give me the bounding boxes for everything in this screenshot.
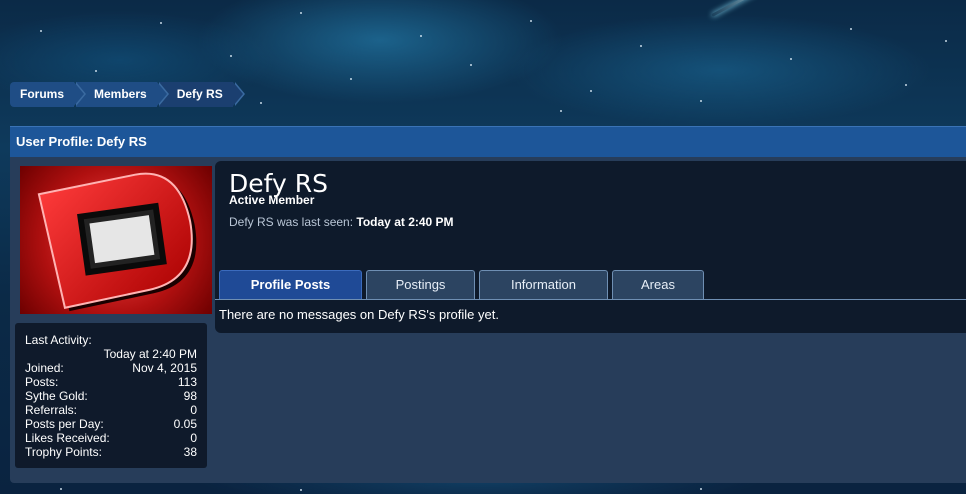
stat-row: Posts: 113 [25, 375, 197, 389]
member-stats: Last Activity: Today at 2:40 PM Joined: … [15, 323, 207, 468]
last-seen-label: Defy RS was last seen: [229, 215, 354, 229]
panel-title: User Profile: Defy RS [10, 126, 966, 157]
stat-row: Referrals: 0 [25, 403, 197, 417]
breadcrumb: Forums Members Defy RS [10, 82, 245, 107]
tab-information[interactable]: Information [479, 270, 608, 299]
letter-d-logo-icon [37, 172, 197, 312]
profile-content: Defy RS Active Member Defy RS was last s… [215, 161, 966, 333]
stat-last-activity-label: Last Activity: [25, 333, 92, 347]
tab-divider [215, 299, 966, 300]
stat-row: Posts per Day: 0.05 [25, 417, 197, 431]
last-seen-value: Today at 2:40 PM [356, 215, 454, 229]
stat-row: Trophy Points: 38 [25, 445, 197, 459]
avatar[interactable] [20, 166, 212, 314]
stat-row: Sythe Gold: 98 [25, 389, 197, 403]
empty-messages-text: There are no messages on Defy RS's profi… [219, 307, 499, 322]
stat-last-activity-value: Today at 2:40 PM [103, 347, 197, 361]
stat-row: Likes Received: 0 [25, 431, 197, 445]
breadcrumb-members[interactable]: Members [76, 82, 169, 107]
tab-areas[interactable]: Areas [612, 270, 704, 299]
user-profile-panel: User Profile: Defy RS Last Activity: Tod… [10, 126, 966, 483]
breadcrumb-current-user[interactable]: Defy RS [158, 82, 245, 107]
breadcrumb-forums[interactable]: Forums [10, 82, 87, 107]
last-seen: Defy RS was last seen: Today at 2:40 PM [229, 215, 454, 229]
tab-postings[interactable]: Postings [366, 270, 475, 299]
stat-row: Joined: Nov 4, 2015 [25, 361, 197, 375]
tab-profile-posts[interactable]: Profile Posts [219, 270, 362, 299]
profile-user-title: Active Member [229, 193, 315, 207]
profile-tabs: Profile Posts Postings Information Areas [219, 270, 708, 300]
